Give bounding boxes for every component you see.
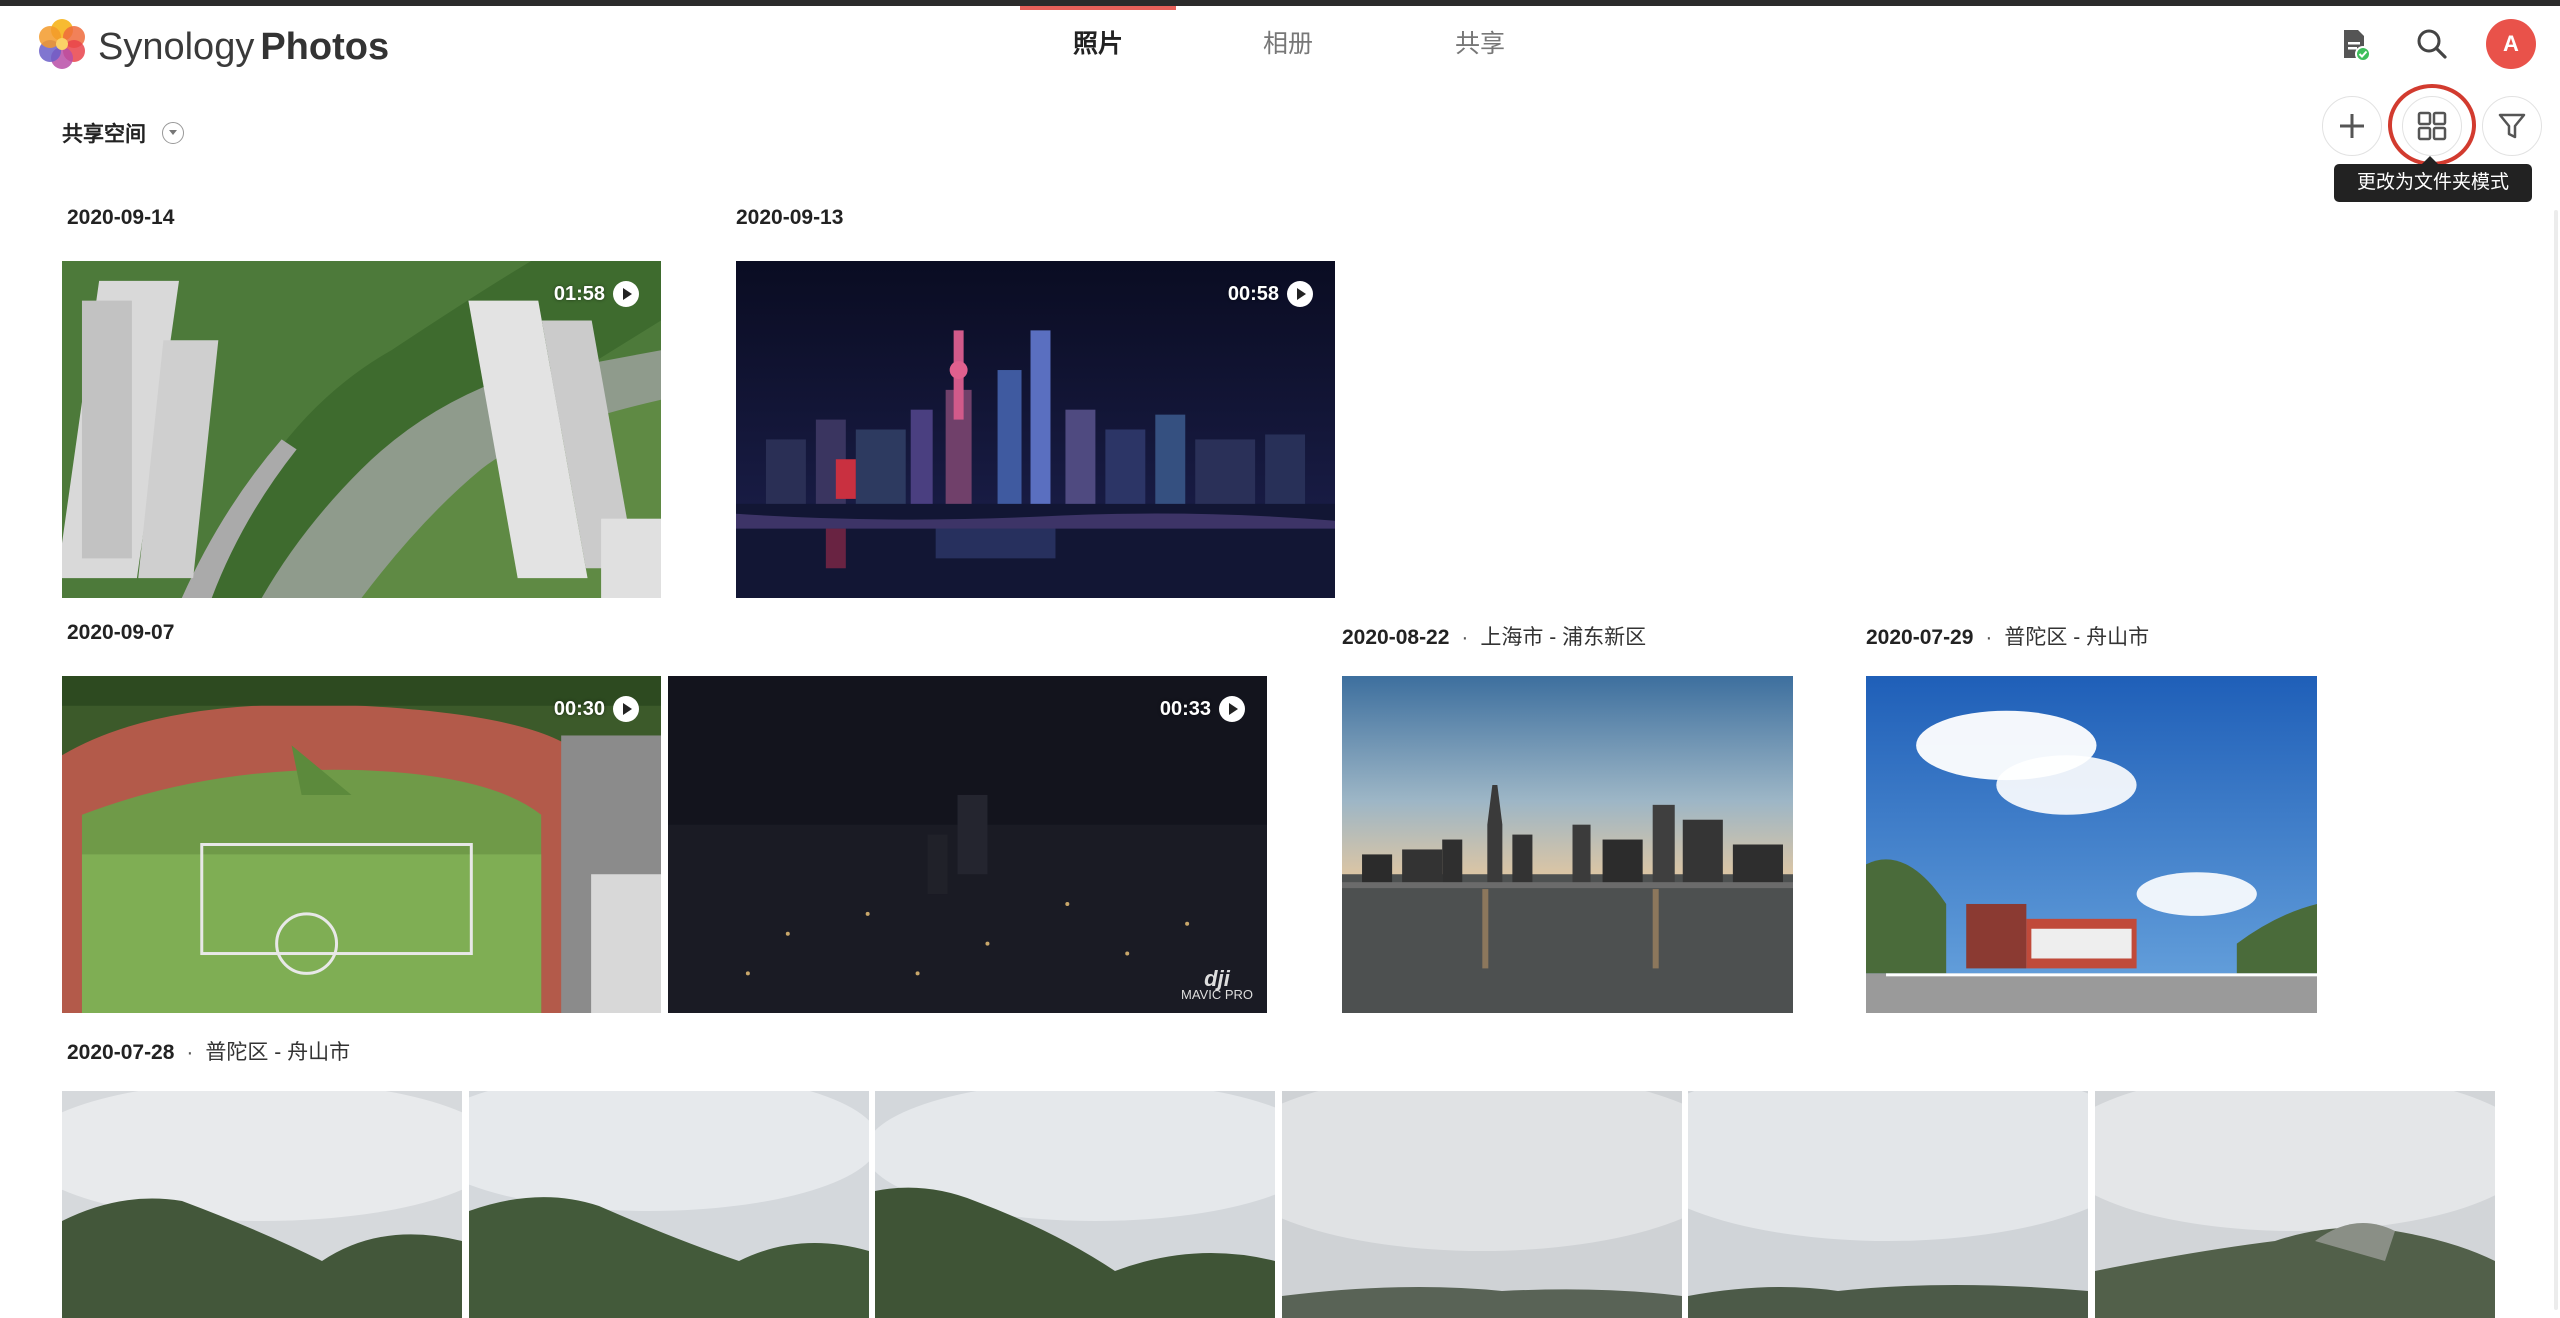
- view-mode-tooltip: 更改为文件夹模式: [2334, 156, 2532, 202]
- group-date-label: 2020-08-22 · 上海市 - 浦东新区: [1342, 621, 1646, 651]
- video-duration: 00:58: [1228, 281, 1313, 307]
- plus-icon: [2340, 114, 2364, 138]
- dji-logo-text: dji: [1204, 966, 1230, 991]
- mavic-pro-text: MAVIC PRO: [1181, 987, 1253, 1002]
- photo-thumbnail[interactable]: [1866, 676, 2317, 1013]
- photo-thumbnail[interactable]: [2095, 1091, 2495, 1318]
- thumbnail-image: [62, 1091, 462, 1318]
- video-duration: 00:33: [1160, 696, 1245, 722]
- chevron-down-icon: [162, 122, 184, 144]
- separator-dot: ·: [1985, 626, 1993, 649]
- thumbnail-image: [62, 261, 661, 598]
- group-date: 2020-07-29: [1866, 626, 1974, 649]
- video-thumbnail[interactable]: 00:58: [736, 261, 1335, 598]
- search-icon[interactable]: [2404, 16, 2460, 72]
- tab-shared[interactable]: 共享: [1402, 6, 1558, 88]
- video-thumbnail[interactable]: 00:30: [62, 676, 661, 1013]
- photo-thumbnail[interactable]: [875, 1091, 1275, 1318]
- play-icon: [613, 281, 639, 307]
- video-duration: 00:30: [554, 696, 639, 722]
- scrollbar[interactable]: [2554, 210, 2558, 1310]
- user-avatar[interactable]: A: [2486, 19, 2536, 69]
- tab-photos[interactable]: 照片: [1020, 6, 1176, 88]
- group-date: 2020-09-07: [67, 621, 175, 644]
- group-date-label: 2020-07-29 · 普陀区 - 舟山市: [1866, 621, 2149, 651]
- grid-icon: [2417, 111, 2447, 141]
- view-mode-button[interactable]: [2402, 96, 2462, 156]
- brand-synology: Synology: [98, 26, 255, 68]
- play-icon: [613, 696, 639, 722]
- photo-thumbnail[interactable]: [1688, 1091, 2088, 1318]
- photo-thumbnail[interactable]: [1282, 1091, 1682, 1318]
- filter-button[interactable]: [2482, 96, 2542, 156]
- thumbnail-image: [736, 261, 1335, 598]
- photo-thumbnail[interactable]: [62, 1091, 462, 1318]
- duration-text: 00:30: [553, 697, 605, 720]
- photo-thumbnail[interactable]: [469, 1091, 869, 1318]
- video-thumbnail[interactable]: 00:33 dji MAVIC PRO: [668, 676, 1267, 1013]
- duration-text: 01:58: [553, 282, 605, 305]
- play-icon: [1287, 281, 1313, 307]
- filter-icon: [2498, 113, 2526, 139]
- duration-text: 00:58: [1227, 282, 1279, 305]
- space-label: 共享空间: [62, 123, 146, 146]
- group-location: 普陀区 - 舟山市: [205, 1041, 351, 1064]
- thumbnail-image: [1866, 676, 2317, 1013]
- thumbnail-image: [875, 1091, 1275, 1318]
- group-date: 2020-07-28: [67, 1041, 175, 1064]
- group-date-label: 2020-07-28 · 普陀区 - 舟山市: [67, 1036, 350, 1066]
- app-title: Synology Photos: [98, 22, 389, 72]
- play-icon: [1219, 696, 1245, 722]
- group-date: 2020-09-13: [736, 206, 844, 229]
- tab-albums[interactable]: 相册: [1210, 6, 1366, 88]
- task-icon[interactable]: [2326, 16, 2382, 72]
- thumbnail-image: [1342, 676, 1793, 1013]
- space-selector[interactable]: 共享空间: [62, 118, 184, 148]
- thumbnail-image: [668, 676, 1267, 1013]
- synology-photos-logo: [39, 19, 85, 69]
- video-thumbnail[interactable]: 01:58: [62, 261, 661, 598]
- group-location: 上海市 - 浦东新区: [1480, 626, 1647, 649]
- photo-thumbnail[interactable]: [1342, 676, 1793, 1013]
- thumbnail-image: [1282, 1091, 1682, 1318]
- thumbnail-image: [2095, 1091, 2495, 1318]
- group-date-label: 2020-09-13: [736, 206, 843, 230]
- dji-watermark: dji MAVIC PRO: [1181, 966, 1253, 1003]
- thumbnail-image: [62, 676, 661, 1013]
- duration-text: 00:33: [1159, 697, 1211, 720]
- group-date-label: 2020-09-07: [67, 621, 174, 645]
- separator-dot: ·: [1461, 626, 1469, 649]
- thumbnail-image: [1688, 1091, 2088, 1318]
- thumbnail-image: [469, 1091, 869, 1318]
- group-location: 普陀区 - 舟山市: [2004, 626, 2150, 649]
- add-button[interactable]: [2322, 96, 2382, 156]
- app-header: Synology Photos 照片 相册 共享 A: [0, 6, 2560, 88]
- group-date: 2020-08-22: [1342, 626, 1450, 649]
- video-duration: 01:58: [554, 281, 639, 307]
- brand-photos: Photos: [260, 26, 390, 68]
- group-date-label: 2020-09-14: [67, 206, 174, 230]
- separator-dot: ·: [186, 1041, 194, 1064]
- group-date: 2020-09-14: [67, 206, 175, 229]
